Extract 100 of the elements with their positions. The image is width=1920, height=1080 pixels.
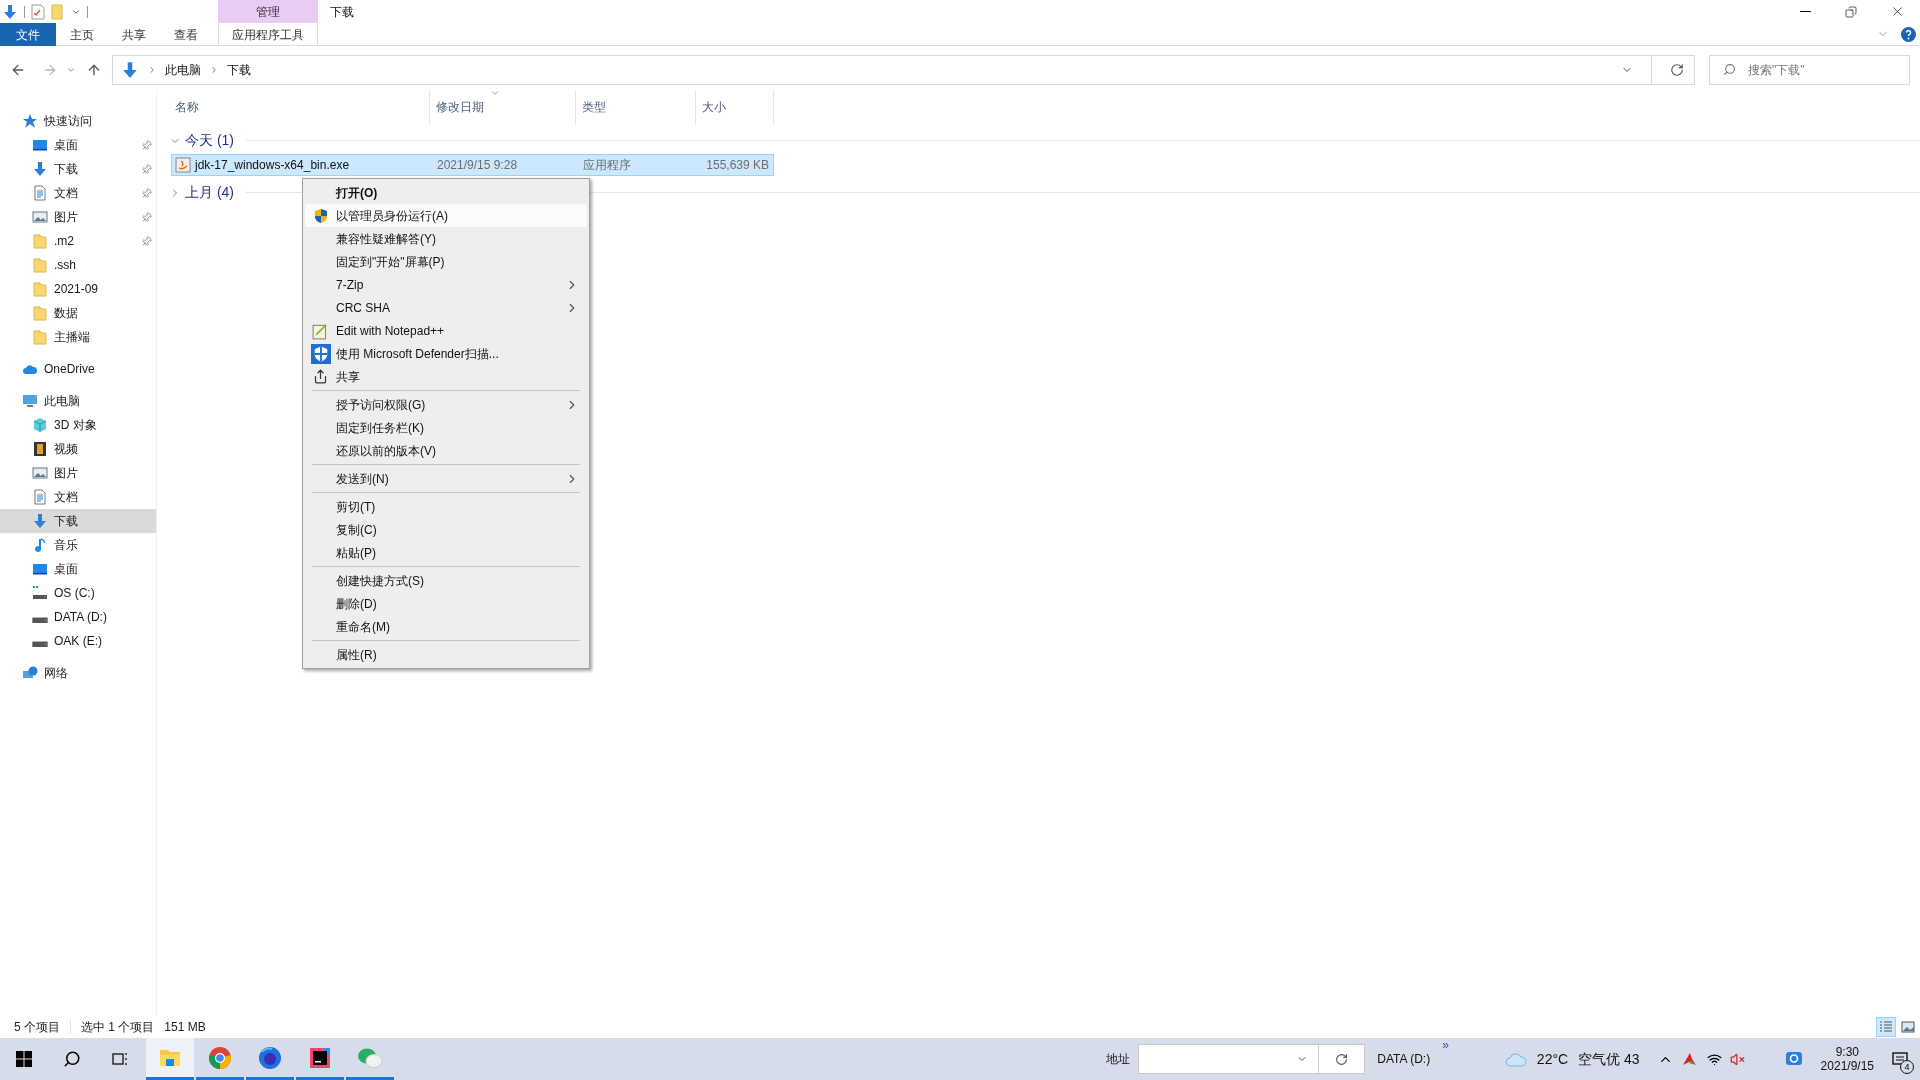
window-title: 下载 xyxy=(330,3,354,21)
menu-item[interactable]: CRC SHA xyxy=(305,296,587,319)
monitor-icon xyxy=(32,561,48,577)
ribbon-tab[interactable]: 文件 xyxy=(0,23,56,46)
ribbon-tab[interactable]: 共享 xyxy=(108,23,160,46)
help-icon[interactable] xyxy=(1901,26,1916,42)
ribbon-tab[interactable]: 查看 xyxy=(160,23,212,46)
sidebar-item[interactable]: .ssh xyxy=(0,253,156,277)
folder-icon xyxy=(32,281,48,297)
air-quality[interactable]: 空气优 43 xyxy=(1578,1048,1640,1070)
sidebar-item[interactable]: 图片 xyxy=(0,205,156,229)
film-icon xyxy=(32,441,48,457)
breadcrumb[interactable]: 此电脑 xyxy=(164,61,201,79)
column-header[interactable]: 名称 xyxy=(169,90,430,124)
sidebar-item[interactable]: 音乐 xyxy=(0,533,156,557)
network-icon xyxy=(22,665,38,681)
sidebar-item[interactable]: OAK (E:) xyxy=(0,629,156,653)
sidebar-item[interactable]: 下载 xyxy=(0,157,156,181)
menu-item[interactable]: 粘贴(P) xyxy=(305,541,587,564)
menu-item[interactable]: 重命名(M) xyxy=(305,615,587,638)
sidebar-item[interactable]: 视频 xyxy=(0,437,156,461)
file-date: 2021/9/15 9:28 xyxy=(436,157,519,174)
refresh-icon[interactable] xyxy=(1335,1052,1349,1066)
recent-locations-icon[interactable] xyxy=(65,65,76,75)
refresh-icon[interactable] xyxy=(1669,63,1684,77)
file-row[interactable]: jdk-17_windows-x64_bin.exe 2021/9/15 9:28 应用程序 155,639 KB xyxy=(171,154,774,176)
document-icon xyxy=(32,489,48,505)
sidebar-item[interactable]: 图片 xyxy=(0,461,156,485)
volume-muted-icon[interactable] xyxy=(1729,1051,1745,1067)
search-field[interactable]: 搜索"下载" xyxy=(1708,55,1910,85)
sidebar-item[interactable]: 3D 对象 xyxy=(0,413,156,437)
sidebar-item[interactable]: 下载 xyxy=(0,509,156,533)
menu-item[interactable]: 固定到任务栏(K) xyxy=(305,416,587,439)
menu-item[interactable]: 还原以前的版本(V) xyxy=(305,439,587,462)
sidebar-item[interactable]: 数据 xyxy=(0,301,156,325)
menu-item[interactable]: 删除(D) xyxy=(305,592,587,615)
star-icon xyxy=(22,113,38,129)
clock-time[interactable]: 9:30 xyxy=(1835,1045,1859,1059)
details-view-button[interactable] xyxy=(1876,1017,1896,1037)
ribbon-tab[interactable]: 主页 xyxy=(56,23,108,46)
share-icon xyxy=(313,369,328,384)
browser-icon xyxy=(258,1045,282,1070)
menu-item[interactable]: 属性(R) xyxy=(305,643,587,666)
group-header[interactable]: 今天 (1) xyxy=(185,130,234,151)
download-folder-icon xyxy=(2,3,18,20)
menu-item[interactable]: 使用 Microsoft Defender扫描... xyxy=(305,342,587,365)
toolbar-overflow[interactable]: » xyxy=(1442,1036,1449,1054)
menu-item[interactable]: 固定到"开始"屏幕(P) xyxy=(305,250,587,273)
search-icon xyxy=(1722,63,1736,76)
sidebar-item[interactable]: OS (C:) xyxy=(0,581,156,605)
tray-app-icon[interactable] xyxy=(1680,1051,1697,1067)
menu-item[interactable]: 7-Zip xyxy=(305,273,587,296)
menu-item[interactable]: 打开(O) xyxy=(305,181,587,204)
sidebar-item[interactable]: 2021-09 xyxy=(0,277,156,301)
breadcrumb[interactable]: 下载 xyxy=(226,61,251,79)
selection-size: 151 MB xyxy=(164,1019,206,1036)
weather-temperature[interactable]: 22°C xyxy=(1536,1048,1569,1070)
music-note-icon xyxy=(32,537,48,553)
sidebar-item[interactable]: 桌面 xyxy=(0,557,156,581)
menu-item[interactable]: 复制(C) xyxy=(305,518,587,541)
file-name: jdk-17_windows-x64_bin.exe xyxy=(195,157,350,174)
sidebar-item[interactable]: 文档 xyxy=(0,485,156,509)
menu-item[interactable]: 以管理员身份运行(A) xyxy=(305,204,587,227)
picture-icon xyxy=(1901,1021,1915,1033)
sidebar-item[interactable]: 网络 xyxy=(0,661,156,685)
notepad-icon xyxy=(311,321,330,340)
properties-icon[interactable] xyxy=(31,3,45,20)
menu-item[interactable]: 创建快捷方式(S) xyxy=(305,569,587,592)
drive-toolbar-label[interactable]: DATA (D:) xyxy=(1377,1050,1431,1068)
address-toolbar-label: 地址 xyxy=(1106,1051,1131,1068)
folder-icon xyxy=(32,257,48,273)
menu-item[interactable]: 兼容性疑难解答(Y) xyxy=(305,227,587,250)
column-header[interactable]: 类型 xyxy=(576,90,696,124)
sidebar-item[interactable]: OneDrive xyxy=(0,357,156,381)
sidebar-item[interactable]: 文档 xyxy=(0,181,156,205)
sidebar-item[interactable]: 快速访问 xyxy=(0,109,156,133)
column-header[interactable]: 大小 xyxy=(696,90,774,124)
file-size: 155,639 KB xyxy=(705,157,769,174)
group-header[interactable]: 上月 (4) xyxy=(185,182,234,203)
menu-item[interactable]: 剪切(T) xyxy=(305,495,587,518)
menu-item[interactable]: 共享 xyxy=(305,365,587,388)
address-bar[interactable]: 此电脑 下载 xyxy=(111,55,1695,85)
address-toolbar-field[interactable] xyxy=(1138,1044,1366,1074)
sidebar-item[interactable]: 桌面 xyxy=(0,133,156,157)
sidebar-item[interactable]: .m2 xyxy=(0,229,156,253)
folder-icon xyxy=(32,305,48,321)
menu-item[interactable]: Edit with Notepad++ xyxy=(305,319,587,342)
column-header[interactable]: 修改日期 xyxy=(430,90,576,124)
clock-date[interactable]: 2021/9/15 xyxy=(1820,1059,1874,1073)
sidebar-item[interactable]: DATA (D:) xyxy=(0,605,156,629)
sidebar-item[interactable]: 此电脑 xyxy=(0,389,156,413)
computer-icon xyxy=(22,393,38,409)
back-icon[interactable] xyxy=(10,62,26,78)
menu-item[interactable]: 授予访问权限(G) xyxy=(305,393,587,416)
sidebar-item[interactable]: 主播端 xyxy=(0,325,156,349)
menu-item[interactable]: 发送到(N) xyxy=(305,467,587,490)
wifi-icon[interactable] xyxy=(1706,1051,1722,1067)
notification-button[interactable]: 4 xyxy=(1880,1038,1920,1080)
ribbon-tab[interactable]: 应用程序工具 xyxy=(218,23,318,46)
chat-tray-icon[interactable] xyxy=(1784,1050,1803,1068)
